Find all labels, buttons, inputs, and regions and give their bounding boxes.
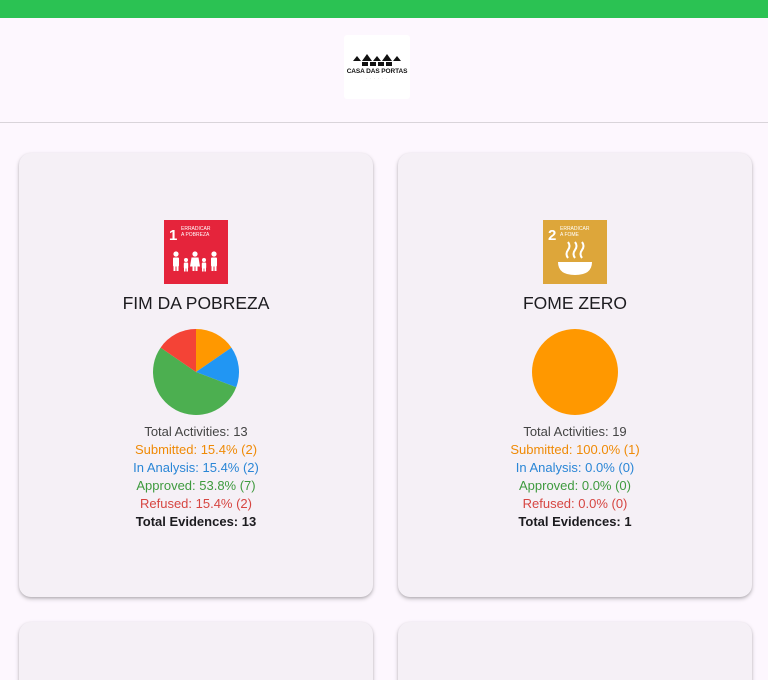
total-activities: Total Activities: 13: [144, 424, 248, 439]
logo-roofs-graphic: [353, 54, 401, 61]
logo-subline: · · · · · ·: [366, 76, 388, 80]
in-analysis-stat: In Analysis: 0.0% (0): [515, 460, 635, 475]
sdg-1-number: 1: [169, 227, 177, 244]
total-evidences: Total Evidences: 13: [135, 514, 257, 529]
sdg-card-3[interactable]: [19, 622, 373, 680]
sdg-card-1[interactable]: 1 ERRADICAR A POBREZA FIM DA POBREZA Tot…: [19, 153, 373, 597]
sdg-card-stats: Total Activities: 13 Submitted: 15.4% (2…: [19, 423, 373, 531]
refused-stat: Refused: 15.4% (2): [139, 496, 252, 511]
sdg-2-number: 2: [548, 227, 556, 244]
logo-doors-graphic: [362, 62, 392, 66]
refused-stat: Refused: 0.0% (0): [522, 496, 628, 511]
sdg-1-label-line2: A POBREZA: [181, 232, 210, 238]
approved-stat: Approved: 53.8% (7): [136, 478, 256, 493]
status-pie-chart: [153, 329, 239, 415]
sdg-2-zero-hunger-icon: 2 ERRADICAR A FOME: [543, 220, 607, 284]
sdg-card-title: FIM DA POBREZA: [122, 293, 270, 313]
status-bar: [0, 0, 768, 18]
sdg-card-2[interactable]: 2 ERRADICAR A FOME FOME ZERO Total Activ…: [398, 153, 752, 597]
app-header: CASA DAS PORTAS · · · · · ·: [0, 18, 768, 123]
in-analysis-stat: In Analysis: 15.4% (2): [133, 460, 259, 475]
sdg-card-title: FOME ZERO: [522, 293, 628, 313]
pie-slice-submitted: [532, 329, 618, 415]
total-activities: Total Activities: 19: [523, 424, 627, 439]
logo-text: CASA DAS PORTAS: [346, 68, 408, 75]
approved-stat: Approved: 0.0% (0): [518, 478, 631, 493]
casa-das-portas-logo[interactable]: CASA DAS PORTAS · · · · · ·: [344, 35, 410, 99]
submitted-stat: Submitted: 15.4% (2): [134, 442, 258, 457]
status-pie-chart: [532, 329, 618, 415]
submitted-stat: Submitted: 100.0% (1): [510, 442, 640, 457]
sdg-card-stats: Total Activities: 19 Submitted: 100.0% (…: [398, 423, 752, 531]
sdg-2-label-line2: A FOME: [560, 232, 580, 238]
sdg-card-4[interactable]: [398, 622, 752, 680]
total-evidences: Total Evidences: 1: [518, 514, 632, 529]
sdg-1-no-poverty-icon: 1 ERRADICAR A POBREZA: [164, 220, 228, 284]
